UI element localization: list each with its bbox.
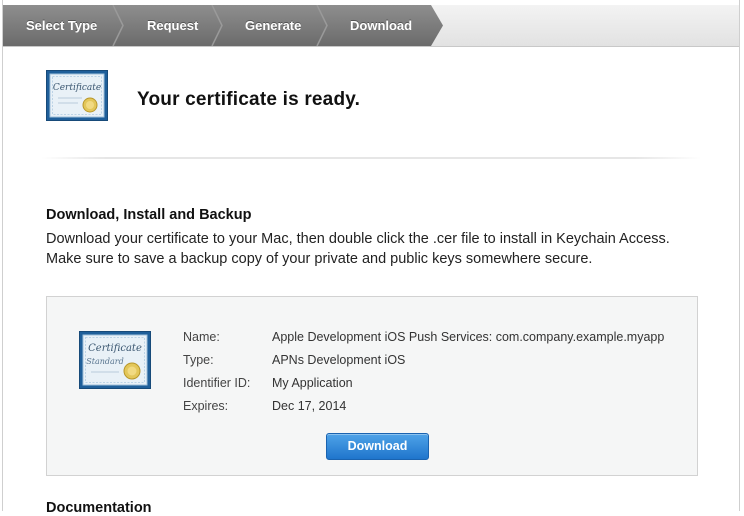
documentation-heading: Documentation	[46, 500, 152, 516]
svg-text:Certificate: Certificate	[88, 343, 142, 354]
divider	[41, 157, 701, 159]
download-button[interactable]: Download	[326, 433, 429, 460]
step-separator-icon	[111, 5, 125, 46]
page-title: Your certificate is ready.	[137, 89, 361, 110]
certificate-standard-icon: Certificate Standard	[79, 331, 151, 389]
svg-text:Standard: Standard	[86, 357, 123, 366]
step-generate: Generate	[245, 18, 302, 33]
step-select-type: Select Type	[26, 18, 98, 33]
step-download: Download	[350, 18, 413, 33]
step-request: Request	[147, 18, 199, 33]
identifier-value: My Application	[272, 376, 353, 390]
certificate-card: Certificate Standard Name: Apple Develop…	[46, 296, 698, 476]
section-heading: Download, Install and Backup	[46, 207, 252, 223]
expires-label: Expires:	[183, 399, 229, 413]
identifier-label: Identifier ID:	[183, 376, 251, 390]
type-label: Type:	[183, 353, 214, 367]
section-description: Download your certificate to your Mac, t…	[46, 231, 670, 267]
progress-steps: Select Type Request Generate Download	[3, 5, 739, 47]
page-frame: Select Type Request Generate Download Ce…	[2, 0, 740, 516]
step-separator-icon	[315, 5, 329, 46]
name-value: Apple Development iOS Push Services: com…	[272, 330, 665, 344]
certificate-icon: Certificate	[46, 70, 108, 121]
expires-value: Dec 17, 2014	[272, 399, 347, 413]
name-label: Name:	[183, 330, 220, 344]
step-separator-icon	[210, 5, 224, 46]
svg-text:Certificate: Certificate	[53, 83, 101, 93]
type-value: APNs Development iOS	[272, 353, 406, 367]
